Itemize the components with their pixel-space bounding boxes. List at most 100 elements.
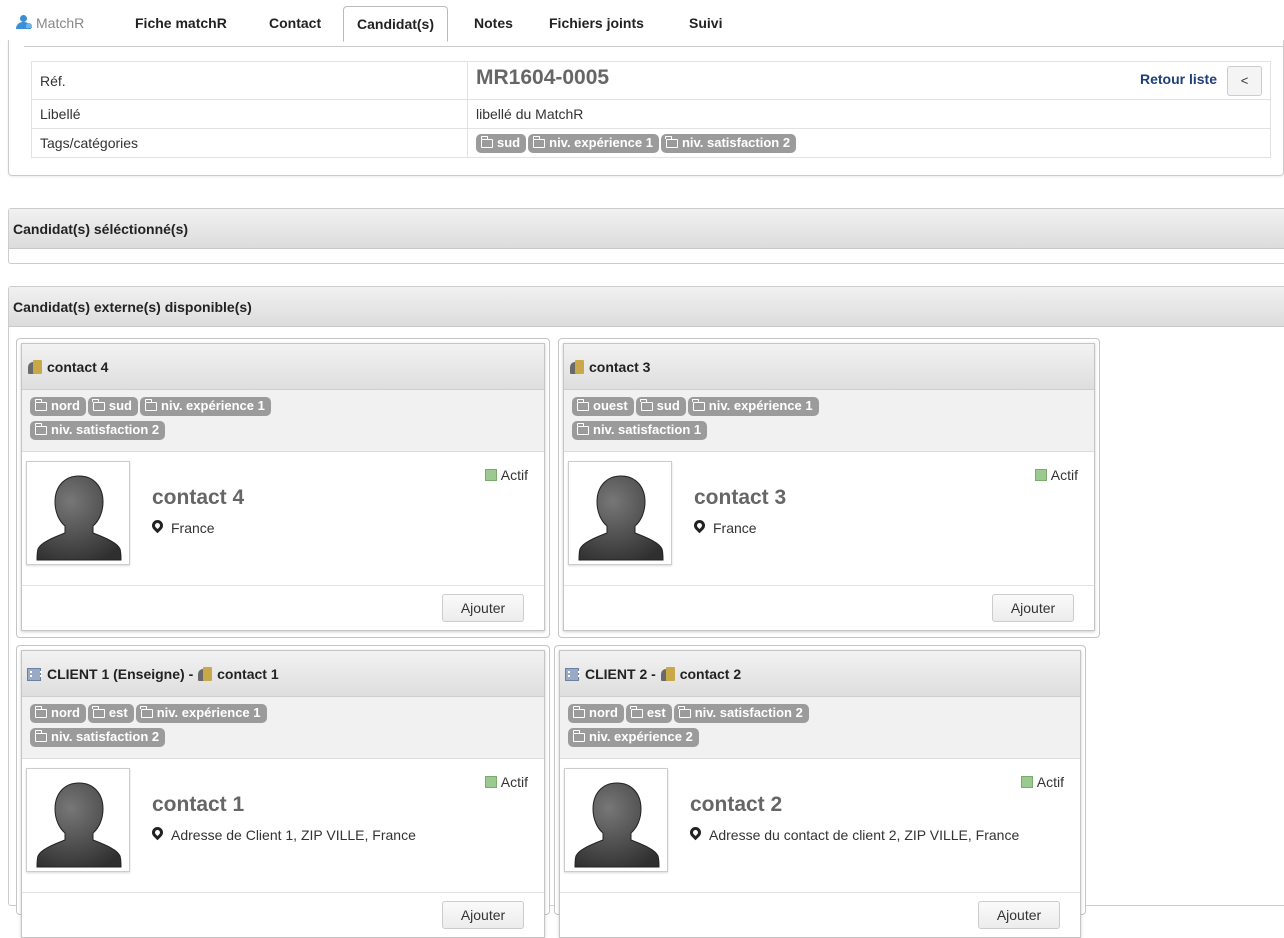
tag: niv. satisfaction 2 <box>30 728 166 747</box>
tag: ouest <box>572 397 634 416</box>
tags-row: niv. satisfaction 2 <box>30 421 544 445</box>
candidate-name[interactable]: contact 1 <box>152 793 244 817</box>
ref-cell: MR1604-0005 < Retour liste <box>467 61 1271 100</box>
card-tags: nord est niv. expérience 1 niv. satisfactio… <box>22 697 544 759</box>
tag-label: niv. expérience 2 <box>589 729 693 744</box>
folder-icon <box>480 135 493 148</box>
tag-label: niv. expérience 1 <box>549 134 653 150</box>
tab-fiche-matchr[interactable]: Fiche matchR <box>135 6 227 41</box>
tag: niv. expérience 1 <box>135 704 267 723</box>
tab-notes[interactable]: Notes <box>474 6 513 41</box>
tag: niv. satisfaction 2 <box>673 704 809 723</box>
tags-label: Tags/catégories <box>31 128 468 158</box>
card-header: CLIENT 1 (Enseigne) - contact 1 <box>22 651 544 697</box>
retour-liste-link[interactable]: Retour liste <box>1140 71 1217 87</box>
tag-label: ouest <box>593 398 628 413</box>
tag: sud <box>635 397 686 416</box>
map-marker-icon <box>149 517 166 534</box>
candidate-name[interactable]: contact 4 <box>152 486 244 510</box>
contact-name[interactable]: contact 2 <box>680 666 741 682</box>
status-label: Actif <box>1050 467 1078 483</box>
candidate-name[interactable]: contact 3 <box>694 486 786 510</box>
tag-label: niv. expérience 1 <box>708 398 813 413</box>
tag: est <box>625 704 672 723</box>
address-text: France <box>713 520 757 536</box>
client-name[interactable]: CLIENT 2 <box>585 666 647 682</box>
candidate-name[interactable]: contact 2 <box>690 793 782 817</box>
info-row-tags: Tags/catégories sud niv. expérience 1 niv.… <box>31 128 1271 158</box>
person-card-icon <box>27 360 42 374</box>
tag-label: nord <box>589 705 618 720</box>
tag-label: sud <box>108 398 133 413</box>
selected-candidates-section: Candidat(s) séléctionné(s) <box>8 208 1284 264</box>
status-label: Actif <box>1036 774 1064 790</box>
candidate-card-outer: contact 3 ouest sud niv. expérience 1 niv. s… <box>558 338 1100 638</box>
back-button[interactable]: < <box>1227 65 1262 96</box>
candidate-card-outer: CLIENT 1 (Enseigne) - contact 1 nord est ni… <box>16 645 550 938</box>
person-card-icon <box>569 360 584 374</box>
folder-icon <box>576 423 589 435</box>
header-separator: - <box>647 666 660 682</box>
tag-label: niv. satisfaction 2 <box>51 729 160 744</box>
folder-icon <box>34 730 47 742</box>
tags-cell: sud niv. expérience 1 niv. satisfaction 2 <box>467 128 1271 158</box>
add-candidate-button[interactable]: Ajouter <box>442 594 524 622</box>
card-tags: ouest sud niv. expérience 1 niv. satisfacti… <box>564 390 1094 452</box>
map-marker-icon <box>149 824 166 841</box>
contact-name[interactable]: contact 3 <box>589 359 650 375</box>
tag-label: nord <box>51 705 80 720</box>
contact-name[interactable]: contact 1 <box>217 666 278 682</box>
tag: niv. expérience 1 <box>687 397 819 416</box>
status-square-icon <box>484 469 497 481</box>
tag: niv. expérience 1 <box>528 133 659 153</box>
folder-icon <box>92 706 105 718</box>
building-icon <box>565 667 580 681</box>
tag-label: niv. expérience 1 <box>161 398 265 413</box>
avatar <box>26 768 130 872</box>
add-candidate-button[interactable]: Ajouter <box>442 901 524 929</box>
card-footer: Ajouter <box>564 586 1094 630</box>
available-candidates-title: Candidat(s) externe(s) disponible(s) <box>9 287 1284 327</box>
tag-label: est <box>108 705 128 720</box>
address-text: Adresse du contact de client 2, ZIP VILL… <box>709 827 1020 843</box>
person-card-icon <box>660 667 675 681</box>
tag: nord <box>30 397 86 416</box>
user-icon <box>16 15 32 29</box>
tab-contact[interactable]: Contact <box>269 6 321 41</box>
tag: niv. satisfaction 2 <box>30 421 166 440</box>
tab-candidats[interactable]: Candidat(s) <box>343 6 448 42</box>
header-separator: - <box>184 666 198 682</box>
info-row-ref: Réf. MR1604-0005 < Retour liste <box>31 61 1271 100</box>
tags-row: niv. expérience 2 <box>568 728 1080 752</box>
tags-row: nord est niv. satisfaction 2 <box>568 704 1080 728</box>
card-header: contact 4 <box>22 344 544 390</box>
client-name[interactable]: CLIENT 1 (Enseigne) <box>47 666 185 682</box>
tab-fichiers-joints[interactable]: Fichiers joints <box>549 6 644 41</box>
status-badge: Actif <box>1020 774 1064 790</box>
add-candidate-button[interactable]: Ajouter <box>978 901 1060 929</box>
tag: niv. expérience 2 <box>568 728 699 747</box>
tab-suivi[interactable]: Suivi <box>689 6 722 41</box>
tag-label: sud <box>497 134 521 150</box>
tab-bar: MatchR Fiche matchR Contact Candidat(s) … <box>16 6 1284 47</box>
tab-matchr[interactable]: MatchR <box>16 6 84 41</box>
address-text: Adresse de Client 1, ZIP VILLE, France <box>171 827 416 843</box>
contact-name[interactable]: contact 4 <box>47 359 108 375</box>
status-square-icon <box>1020 776 1033 788</box>
matchr-info-panel: Réf. MR1604-0005 < Retour liste Libellé … <box>8 40 1284 176</box>
folder-icon <box>34 423 47 435</box>
tags-row: ouest sud niv. expérience 1 <box>572 397 1094 421</box>
folder-icon <box>678 706 691 718</box>
folder-icon <box>34 706 47 718</box>
status-badge: Actif <box>1034 467 1078 483</box>
candidate-address: Adresse du contact de client 2, ZIP VILL… <box>687 824 1020 843</box>
add-candidate-button[interactable]: Ajouter <box>992 594 1074 622</box>
tag-label: niv. satisfaction 1 <box>593 422 702 437</box>
candidate-card: CLIENT 1 (Enseigne) - contact 1 nord est ni… <box>21 650 545 938</box>
candidate-address: France <box>691 517 757 536</box>
ref-label: Réf. <box>31 61 468 100</box>
tag-label: niv. satisfaction 2 <box>51 422 160 437</box>
tag: sud <box>476 133 527 153</box>
status-badge: Actif <box>484 774 528 790</box>
folder-icon <box>532 135 546 148</box>
